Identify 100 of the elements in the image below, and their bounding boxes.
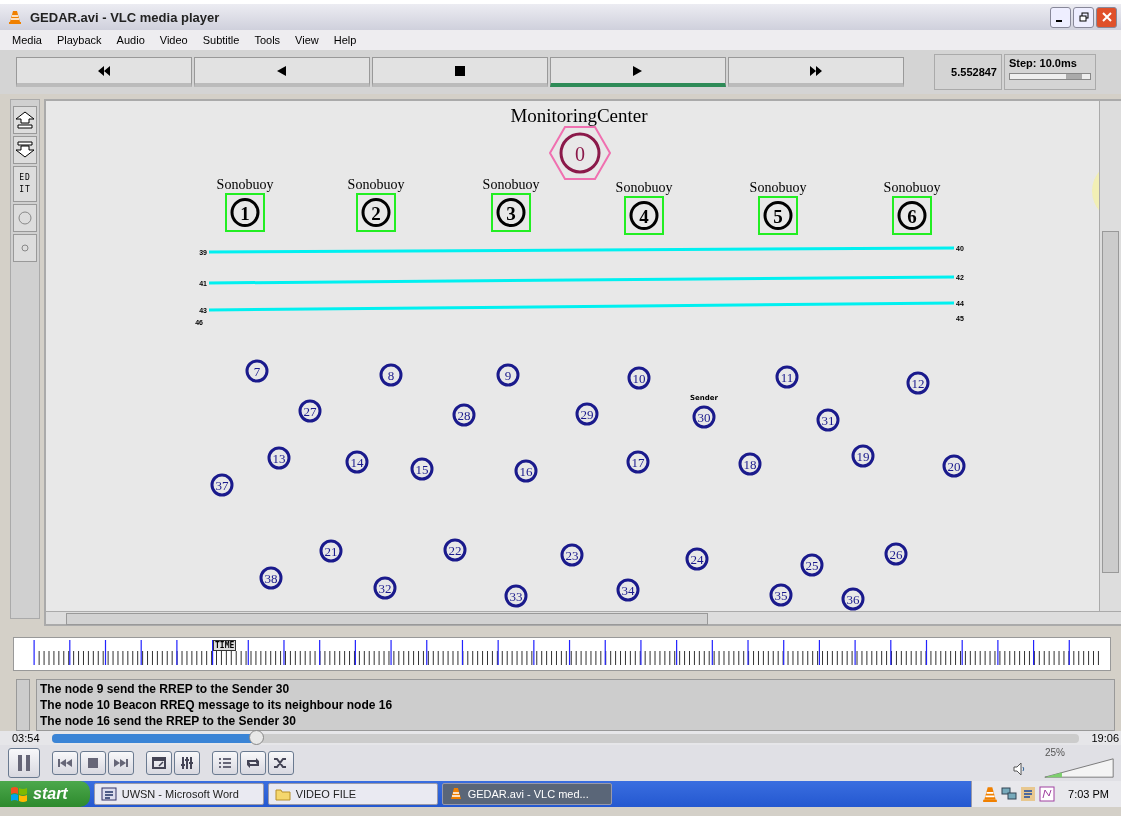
stop-icon bbox=[452, 65, 468, 76]
raise-button[interactable] bbox=[13, 106, 37, 134]
windows-flag-icon bbox=[10, 786, 28, 802]
step-control[interactable]: Step: 10.0ms bbox=[1004, 54, 1096, 90]
sensor-node: 12 bbox=[906, 371, 930, 395]
sensor-node: 8 bbox=[379, 363, 403, 387]
transport-button[interactable] bbox=[550, 57, 726, 87]
sensor-node: 10 bbox=[627, 366, 651, 390]
restore-icon bbox=[1078, 12, 1089, 22]
close-button[interactable] bbox=[1096, 6, 1117, 28]
taskbar-button[interactable]: VIDEO FILE bbox=[267, 783, 438, 805]
traffic-cone-icon bbox=[8, 10, 22, 24]
total-time: 19:06 bbox=[1091, 732, 1119, 744]
sensor-node: 22 bbox=[443, 538, 467, 562]
seek-bar[interactable] bbox=[51, 733, 1080, 743]
note-icon[interactable] bbox=[1039, 786, 1056, 802]
next-button[interactable] bbox=[108, 751, 134, 775]
menu-item[interactable]: Audio bbox=[116, 34, 145, 46]
horizontal-scrollbar[interactable] bbox=[46, 611, 1121, 624]
sensor-node: 25 bbox=[800, 553, 824, 577]
traffic-cone-icon[interactable] bbox=[982, 786, 999, 802]
list-icon bbox=[218, 757, 232, 769]
sensor-node: 7 bbox=[245, 359, 269, 383]
sensor-node: 30 bbox=[692, 405, 716, 429]
previous-button[interactable] bbox=[52, 751, 78, 775]
sonobuoy-node: 3 bbox=[491, 193, 531, 232]
sensor-node: 23 bbox=[560, 543, 584, 567]
sliders-icon bbox=[180, 756, 194, 770]
circle-icon bbox=[18, 211, 32, 225]
taskbar-button[interactable]: GEDAR.avi - VLC med... bbox=[441, 783, 612, 805]
stop-button[interactable] bbox=[80, 751, 106, 775]
minimize-button[interactable] bbox=[1050, 6, 1071, 28]
pause-button[interactable] bbox=[8, 748, 40, 778]
close-icon bbox=[1101, 12, 1112, 22]
log-scrollbar[interactable] bbox=[16, 679, 30, 731]
small-circle-icon bbox=[21, 244, 29, 252]
menu-item[interactable]: Help bbox=[333, 34, 357, 46]
menu-item[interactable]: Subtitle bbox=[202, 34, 240, 46]
window-title: GEDAR.avi - VLC media player bbox=[30, 9, 221, 25]
menu-item[interactable]: View bbox=[295, 34, 319, 46]
sensor-node: 34 bbox=[616, 578, 640, 602]
sensor-node: 15 bbox=[410, 457, 434, 481]
lower-button[interactable] bbox=[13, 136, 37, 164]
sensor-node: 27 bbox=[298, 399, 322, 423]
sensor-node: 18 bbox=[738, 452, 762, 476]
document-icon bbox=[100, 787, 117, 801]
sensor-node: 32 bbox=[373, 576, 397, 600]
sensor-node: 33 bbox=[504, 584, 528, 608]
sonobuoy-label: Sonobuoy bbox=[347, 177, 405, 192]
vertical-scrollbar[interactable] bbox=[1099, 101, 1121, 611]
taskbar-button[interactable]: UWSN - Microsoft Word bbox=[93, 783, 264, 805]
network-icon[interactable] bbox=[1001, 786, 1018, 802]
sensor-node: 17 bbox=[626, 450, 650, 474]
fullscreen-button[interactable] bbox=[146, 751, 172, 775]
sonobuoy-label: Sonobuoy bbox=[482, 177, 540, 192]
log-line: The node 16 send the RREP to the Sender 30 bbox=[40, 713, 297, 729]
edit-button[interactable]: EDIT bbox=[13, 166, 37, 202]
playlist-button[interactable] bbox=[212, 751, 238, 775]
sonobuoy-node: 5 bbox=[758, 196, 798, 235]
loop-button[interactable] bbox=[240, 751, 266, 775]
menu-item[interactable]: Video bbox=[159, 34, 188, 46]
down-arrow-icon bbox=[14, 141, 36, 159]
sensor-node: 24 bbox=[685, 547, 709, 571]
sonobuoy-label: Sonobuoy bbox=[883, 180, 941, 195]
clock: 7:03 PM bbox=[1068, 788, 1109, 800]
speaker-icon[interactable] bbox=[1013, 762, 1025, 776]
loop-icon bbox=[245, 757, 261, 769]
shuffle-button[interactable] bbox=[268, 751, 294, 775]
equalizer-button[interactable] bbox=[174, 751, 200, 775]
sensor-node: 37 bbox=[210, 473, 234, 497]
sensor-node: 19 bbox=[851, 444, 875, 468]
timeline-ruler[interactable]: TIME bbox=[13, 637, 1111, 671]
sensor-node: 35 bbox=[769, 583, 793, 607]
menu-item[interactable]: Media bbox=[12, 34, 42, 46]
sensor-node: 36 bbox=[841, 587, 865, 611]
time-marker[interactable]: TIME bbox=[213, 640, 237, 651]
sonobuoy-node: 2 bbox=[356, 193, 396, 232]
start-button[interactable]: start bbox=[0, 781, 90, 807]
stop-icon bbox=[87, 757, 99, 769]
sensor-node: 29 bbox=[575, 402, 599, 426]
menu-item[interactable]: Tools bbox=[254, 34, 281, 46]
sensor-node: 31 bbox=[816, 408, 840, 432]
sonobuoy-node: 4 bbox=[624, 196, 664, 235]
traffic-cone-icon bbox=[448, 787, 463, 801]
sonobuoy-label: Sonobuoy bbox=[749, 180, 807, 195]
up-arrow-icon bbox=[14, 111, 36, 129]
canvas-title: MonitoringCenter bbox=[510, 105, 648, 126]
log-line: The node 10 Beacon RREQ message to its neighbour node 16 bbox=[40, 697, 394, 713]
minimize-icon bbox=[1055, 20, 1062, 22]
sensor-node: 20 bbox=[942, 454, 966, 478]
restore-button[interactable] bbox=[1073, 6, 1094, 28]
menu-item[interactable]: Playback bbox=[56, 34, 102, 46]
document-icon[interactable] bbox=[1020, 786, 1037, 802]
sensor-node: 13 bbox=[267, 446, 291, 470]
sonobuoy-label: Sonobuoy bbox=[615, 180, 673, 195]
next-icon bbox=[113, 758, 129, 768]
sensor-node: 38 bbox=[259, 566, 283, 590]
sensor-node: 16 bbox=[514, 459, 538, 483]
volume-percentage: 25% bbox=[1045, 748, 1065, 758]
sonobuoy-node: 1 bbox=[225, 193, 265, 232]
